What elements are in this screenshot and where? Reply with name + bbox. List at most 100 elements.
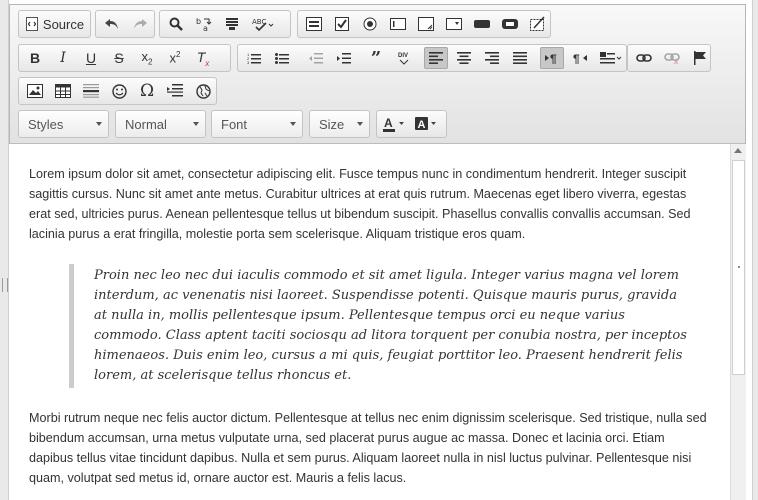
- styles-combo[interactable]: Styles: [18, 110, 109, 138]
- blockquote-button[interactable]: ”: [364, 47, 388, 69]
- scroll-up-icon[interactable]: [734, 148, 742, 153]
- link-button[interactable]: [632, 47, 656, 69]
- button-button[interactable]: [470, 13, 494, 35]
- scrollbar-thumb[interactable]: [732, 160, 745, 375]
- source-label: Source: [42, 16, 85, 32]
- format-combo[interactable]: Normal: [115, 110, 206, 138]
- image-button-button[interactable]: [498, 13, 522, 35]
- anchor-button[interactable]: [688, 47, 712, 69]
- links-group: [627, 44, 711, 72]
- textarea-button[interactable]: [414, 13, 438, 35]
- text-color-icon: A: [383, 116, 407, 132]
- table-icon: [55, 84, 71, 98]
- ltr-button[interactable]: ¶: [540, 47, 564, 69]
- source-button[interactable]: Source: [23, 13, 86, 35]
- horizontal-rule-icon: [83, 84, 99, 98]
- chevron-down-icon: [96, 122, 102, 126]
- remove-format-button[interactable]: Tx: [191, 47, 215, 69]
- vertical-scrollbar[interactable]: [730, 144, 746, 500]
- blockquote[interactable]: Proin nec leo nec dui iaculis commodo et…: [69, 264, 709, 388]
- iframe-button[interactable]: [191, 80, 215, 102]
- document-body[interactable]: Lorem ipsum dolor sit amet, consectetur …: [29, 164, 709, 500]
- page-break-button[interactable]: [163, 80, 187, 102]
- align-left-button[interactable]: [424, 47, 448, 69]
- iframe-icon: [195, 83, 211, 99]
- chevron-down-icon: [357, 122, 363, 126]
- align-right-button[interactable]: [480, 47, 504, 69]
- italic-button[interactable]: I: [51, 47, 75, 69]
- select-button[interactable]: [442, 13, 466, 35]
- undo-group: [95, 10, 155, 38]
- spellcheck-button[interactable]: ABC: [248, 13, 278, 35]
- subscript-icon: x2: [141, 49, 153, 67]
- subscript-button[interactable]: x2: [135, 47, 159, 69]
- numbered-list-button[interactable]: 123: [242, 47, 266, 69]
- bold-button[interactable]: B: [23, 47, 47, 69]
- text-field-button[interactable]: [386, 13, 410, 35]
- bg-color-button[interactable]: A: [413, 113, 441, 135]
- spellcheck-icon: ABC: [252, 17, 274, 31]
- superscript-icon: x2: [169, 50, 181, 66]
- redo-button[interactable]: [128, 13, 152, 35]
- indent-button[interactable]: [332, 47, 356, 69]
- chevron-down-icon: [290, 122, 296, 126]
- textarea-icon: [418, 17, 434, 31]
- rtl-button[interactable]: ¶: [568, 47, 592, 69]
- left-resize-bar[interactable]: [0, 0, 9, 500]
- paragraph-1[interactable]: Lorem ipsum dolor sit amet, consectetur …: [29, 164, 709, 244]
- form-icon: [306, 17, 322, 31]
- undo-icon: [104, 18, 120, 30]
- align-center-button[interactable]: [452, 47, 476, 69]
- source-icon: [25, 17, 39, 31]
- svg-text:A: A: [384, 116, 393, 130]
- remove-format-icon: Tx: [196, 48, 210, 68]
- resize-grip-icon[interactable]: [2, 278, 8, 292]
- text-color-button[interactable]: A: [381, 113, 409, 135]
- underline-button[interactable]: U: [79, 47, 103, 69]
- align-left-icon: [429, 52, 443, 64]
- unlink-button[interactable]: [660, 47, 684, 69]
- horizontal-rule-button[interactable]: [79, 80, 103, 102]
- paragraph-2[interactable]: Morbi rutrum neque nec felis auctor dict…: [29, 408, 709, 488]
- justify-button[interactable]: [508, 47, 532, 69]
- unlink-icon: [664, 52, 680, 64]
- image-icon: [27, 84, 43, 98]
- size-combo[interactable]: Size: [309, 110, 370, 138]
- size-combo-label: Size: [319, 116, 345, 132]
- superscript-button[interactable]: x2: [163, 47, 187, 69]
- editor-toolbar: Source ba ABC B I U S x2 x2 Tx 123 ” DIV…: [9, 4, 746, 144]
- replace-button[interactable]: ba: [192, 13, 216, 35]
- div-icon: DIV: [397, 51, 411, 65]
- strike-button[interactable]: S: [107, 47, 131, 69]
- font-combo[interactable]: Font: [211, 110, 303, 138]
- svg-text:a: a: [203, 24, 208, 32]
- special-char-button[interactable]: Ω: [135, 80, 159, 102]
- radio-button[interactable]: [358, 13, 382, 35]
- bulleted-list-button[interactable]: [270, 47, 294, 69]
- ltr-icon: ¶: [545, 52, 559, 64]
- smiley-button[interactable]: [107, 80, 131, 102]
- checkbox-button[interactable]: [330, 13, 354, 35]
- language-button[interactable]: [596, 47, 626, 69]
- page-break-icon: [167, 84, 183, 98]
- form-button[interactable]: [302, 13, 326, 35]
- format-combo-label: Normal: [125, 116, 167, 132]
- undo-button[interactable]: [100, 13, 124, 35]
- anchor-icon: [693, 51, 707, 65]
- forms-group: [297, 10, 551, 38]
- editor-content-area[interactable]: Lorem ipsum dolor sit amet, consectetur …: [9, 144, 740, 500]
- svg-text:b: b: [196, 17, 201, 26]
- find-button[interactable]: [164, 13, 188, 35]
- outdent-button[interactable]: [304, 47, 328, 69]
- select-all-button[interactable]: [220, 13, 244, 35]
- italic-icon: I: [60, 50, 66, 66]
- table-button[interactable]: [51, 80, 75, 102]
- outdent-icon: [309, 52, 323, 65]
- right-frame-edge: [752, 0, 758, 500]
- div-button[interactable]: DIV: [392, 47, 416, 69]
- button-icon: [474, 20, 490, 28]
- image-button[interactable]: [23, 80, 47, 102]
- align-center-icon: [457, 52, 471, 64]
- editing-group: ba ABC: [159, 10, 291, 38]
- hidden-field-button[interactable]: [526, 13, 550, 35]
